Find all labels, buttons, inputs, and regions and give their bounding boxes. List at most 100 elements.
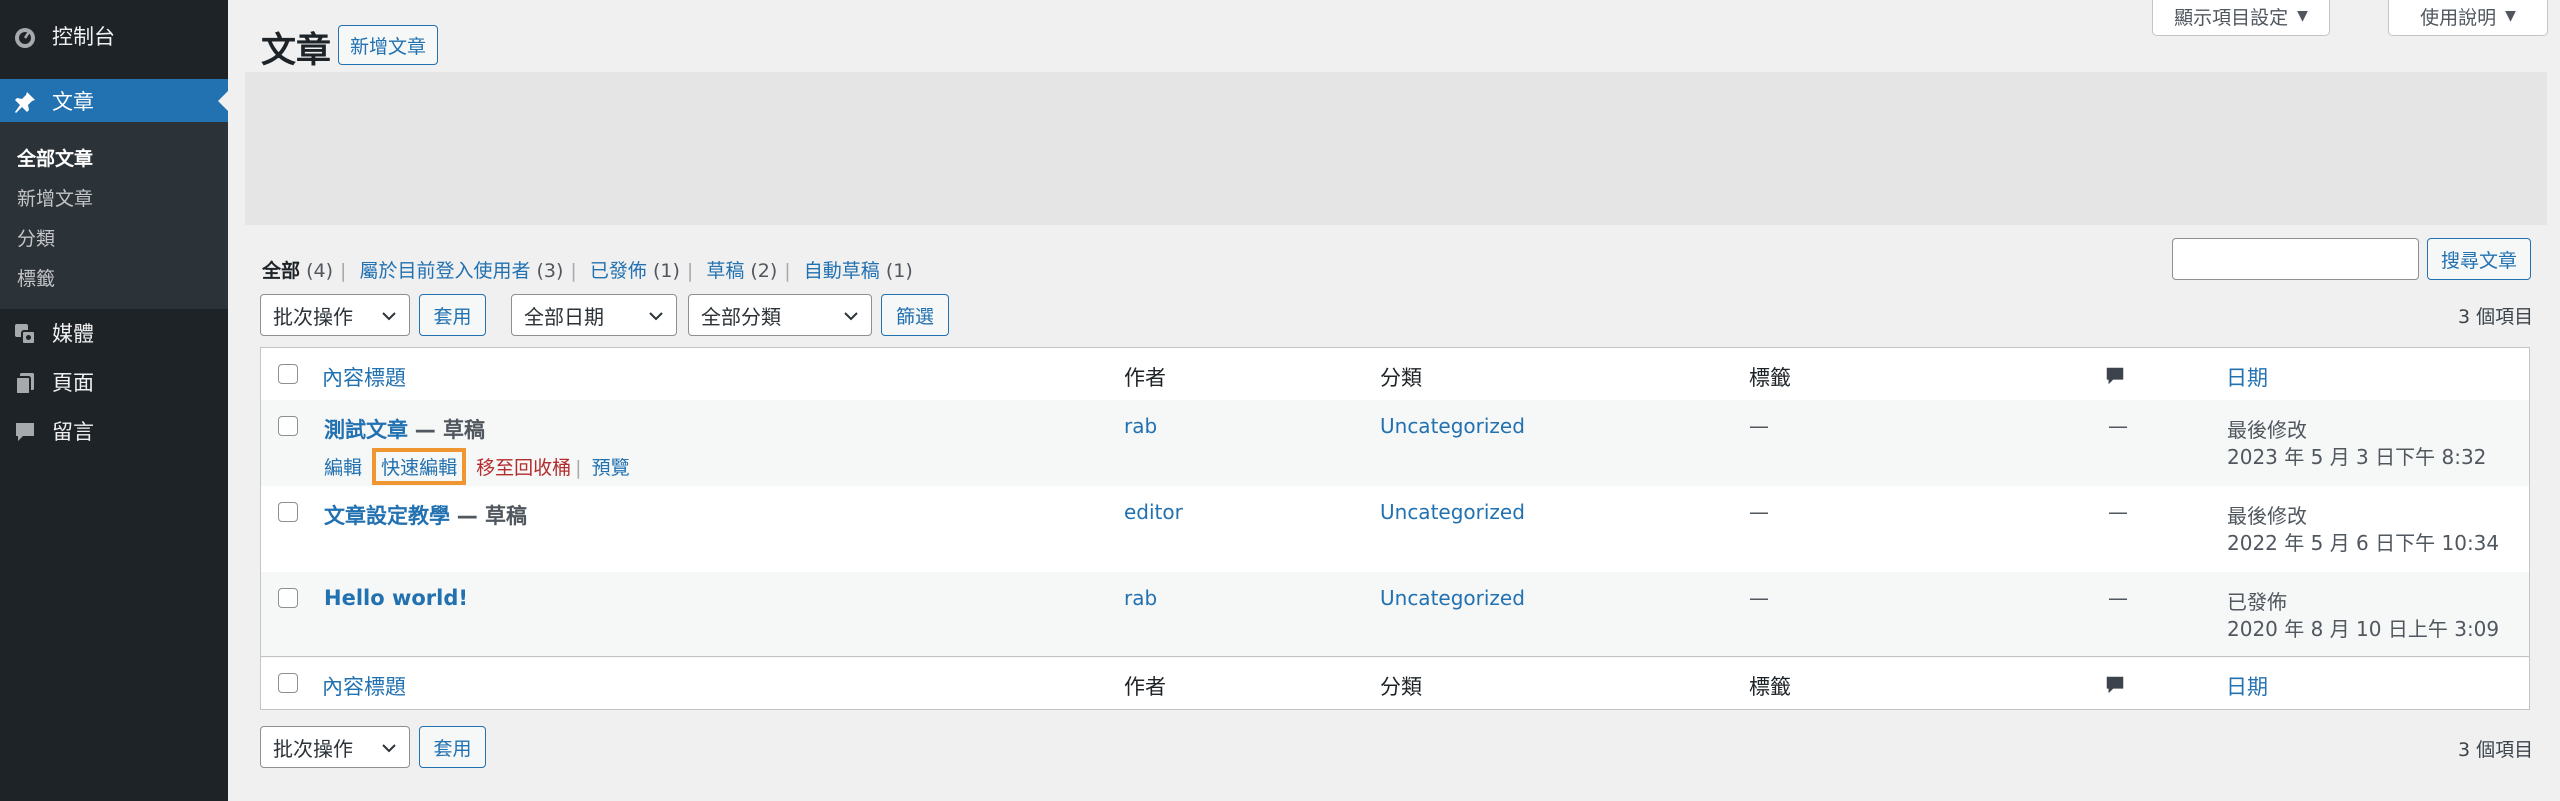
search-posts-button[interactable]: 搜尋文章 [2427, 238, 2531, 280]
search-input[interactable] [2172, 238, 2419, 280]
table-row: 文章設定教學 — 草稿 editor Uncategorized — — 最後修… [261, 486, 2529, 572]
posts-submenu: 全部文章 新增文章 分類 標籤 [0, 122, 228, 309]
chevron-down-icon [382, 744, 396, 753]
column-date[interactable]: 日期 [2226, 362, 2268, 392]
pages-icon [15, 373, 34, 395]
comments-cell: — [2108, 586, 2128, 610]
comments-cell: — [2108, 414, 2128, 438]
column-tags: 標籤 [1749, 366, 1791, 390]
comments-cell: — [2108, 500, 2128, 524]
submenu-add-new[interactable]: 新增文章 [17, 184, 93, 211]
quick-edit-link[interactable]: 快速編輯 [372, 448, 467, 485]
view-published[interactable]: 已發佈 [590, 260, 647, 282]
screen-options-button[interactable]: 顯示項目設定 ▼ [2152, 0, 2330, 36]
help-label: 使用說明 [2420, 6, 2497, 29]
view-mine-count: (3) [536, 260, 564, 282]
view-all[interactable]: 全部 [262, 260, 300, 282]
item-count-bottom: 3 個項目 [2458, 739, 2534, 761]
apply-button-bottom[interactable]: 套用 [419, 726, 486, 768]
menu-pages-label: 頁面 [52, 371, 94, 395]
help-button[interactable]: 使用說明 ▼ [2388, 0, 2548, 36]
category-link[interactable]: Uncategorized [1380, 500, 1525, 524]
column-date-footer[interactable]: 日期 [2226, 671, 2268, 701]
date-status: 已發佈 [2227, 590, 2287, 614]
trash-link[interactable]: 移至回收桶 [476, 457, 571, 479]
bulk-action-value: 批次操作 [273, 736, 353, 761]
category-filter-select[interactable]: 全部分類 [688, 294, 872, 336]
submenu-tags[interactable]: 標籤 [17, 264, 55, 291]
date-status: 最後修改 [2227, 418, 2307, 442]
filter-button[interactable]: 篩選 [881, 294, 949, 336]
add-new-post-button[interactable]: 新增文章 [338, 25, 438, 65]
bulk-action-value: 批次操作 [273, 304, 353, 329]
select-all-checkbox-bottom[interactable] [278, 673, 298, 693]
row-checkbox[interactable] [278, 416, 298, 436]
pushpin-icon [15, 92, 35, 113]
view-mine[interactable]: 屬於目前登入使用者 [359, 260, 530, 282]
tags-cell: — [1749, 500, 1769, 524]
column-title[interactable]: 內容標題 [322, 362, 406, 392]
preview-link[interactable]: 預覽 [592, 457, 630, 479]
author-link[interactable]: rab [1124, 414, 1157, 438]
author-link[interactable]: editor [1124, 500, 1183, 524]
table-row: 測試文章 — 草稿 編輯 快速編輯 移至回收桶 | 預覽 rab Uncatego… [261, 400, 2529, 486]
chevron-down-icon [382, 312, 396, 321]
row-title: Hello world! [324, 586, 468, 610]
menu-media-label: 媒體 [52, 322, 94, 346]
menu-dashboard[interactable]: 控制台 [0, 14, 228, 58]
bulk-action-select-top[interactable]: 批次操作 [260, 294, 410, 336]
post-title-link[interactable]: Hello world! [324, 586, 468, 610]
view-auto-drafts[interactable]: 自動草稿 [804, 260, 880, 282]
posts-table: 內容標題 作者 分類 標籤 日期 測試文章 — 草稿 編輯 快速編輯 移至回收桶… [260, 347, 2530, 710]
comment-bubble-icon[interactable] [2104, 674, 2126, 696]
row-actions: 編輯 快速編輯 移至回收桶 | 預覽 [324, 448, 630, 485]
menu-posts-label: 文章 [52, 90, 94, 114]
post-status-views: 全部 (4) | 屬於目前登入使用者 (3) | 已發佈 (1) | 草稿 (2) | … [262, 260, 913, 282]
menu-pages[interactable]: 頁面 [0, 360, 228, 404]
row-checkbox[interactable] [278, 588, 298, 608]
comment-bubble-icon[interactable] [2104, 365, 2126, 387]
column-categories: 分類 [1380, 366, 1422, 390]
apply-button-top[interactable]: 套用 [419, 294, 486, 336]
category-link[interactable]: Uncategorized [1380, 586, 1525, 610]
menu-comments[interactable]: 留言 [0, 409, 228, 453]
chevron-down-icon [844, 312, 858, 321]
admin-sidebar: 控制台 文章 全部文章 新增文章 分類 標籤 媒體 頁面 留言 [0, 0, 228, 801]
item-count-top: 3 個項目 [2458, 306, 2534, 328]
menu-posts[interactable]: 文章 [0, 79, 228, 123]
edit-link[interactable]: 編輯 [324, 457, 362, 479]
column-tags-footer: 標籤 [1749, 675, 1791, 699]
page-title: 文章 [261, 31, 332, 71]
notice-area [245, 72, 2547, 225]
post-title-link[interactable]: 測試文章 [324, 418, 408, 442]
select-all-checkbox[interactable] [278, 364, 298, 384]
submenu-all-posts[interactable]: 全部文章 [17, 144, 93, 171]
bulk-action-select-bottom[interactable]: 批次操作 [260, 726, 410, 768]
date-filter-select[interactable]: 全部日期 [511, 294, 677, 336]
tags-cell: — [1749, 586, 1769, 610]
chevron-down-icon [649, 312, 663, 321]
view-drafts-count: (2) [750, 260, 778, 282]
view-published-count: (1) [652, 260, 680, 282]
author-link[interactable]: rab [1124, 586, 1157, 610]
submenu-categories[interactable]: 分類 [17, 224, 55, 251]
view-drafts[interactable]: 草稿 [706, 260, 744, 282]
view-all-count: (4) [306, 260, 333, 282]
post-title-link[interactable]: 文章設定教學 [324, 504, 450, 528]
view-auto-drafts-count: (1) [885, 260, 913, 282]
row-title: 測試文章 — 草稿 [324, 414, 485, 444]
menu-comments-label: 留言 [52, 420, 94, 444]
date-value: 2023 年 5 月 3 日下午 8:32 [2227, 445, 2487, 469]
table-footer: 內容標題 作者 分類 標籤 日期 [261, 656, 2529, 709]
column-title-footer[interactable]: 內容標題 [322, 671, 406, 701]
caret-down-icon: ▼ [2297, 8, 2308, 24]
category-filter-value: 全部分類 [701, 304, 781, 329]
table-row: Hello world! rab Uncategorized — — 已發佈 2… [261, 572, 2529, 658]
category-link[interactable]: Uncategorized [1380, 414, 1525, 438]
dashboard-icon [15, 28, 35, 48]
menu-media[interactable]: 媒體 [0, 311, 228, 355]
row-checkbox[interactable] [278, 502, 298, 522]
date-status: 最後修改 [2227, 504, 2307, 528]
date-value: 2022 年 5 月 6 日下午 10:34 [2227, 531, 2500, 555]
post-state: — 草稿 [414, 418, 485, 442]
